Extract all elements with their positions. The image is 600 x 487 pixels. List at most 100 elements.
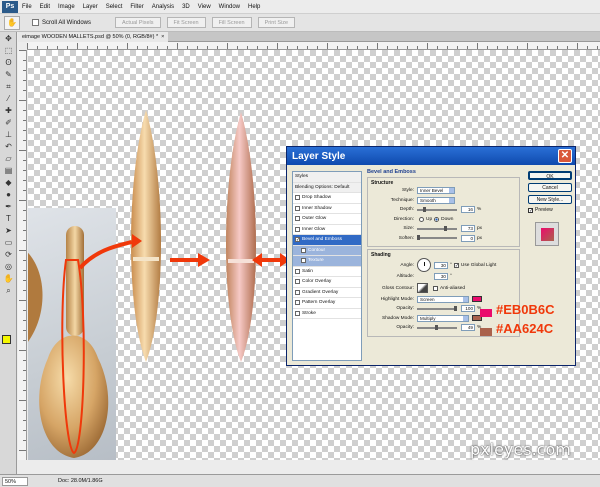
fit-screen-button[interactable]: Fit Screen <box>166 17 206 28</box>
depth-input[interactable]: 16 <box>461 206 475 214</box>
menu-filter[interactable]: Filter <box>126 4 147 10</box>
eraser-tool-icon[interactable]: ▱ <box>2 153 15 164</box>
clone-stamp-tool-icon[interactable]: ⊥ <box>2 129 15 140</box>
document-tab[interactable]: eimage WOODEN MALLETS.psd @ 50% (0, RGB/… <box>18 31 169 42</box>
vertical-ruler[interactable] <box>18 50 27 460</box>
effect-checkbox[interactable] <box>295 310 300 316</box>
3d-orbit-tool-icon[interactable]: ◎ <box>2 261 15 272</box>
depth-slider-thumb[interactable] <box>422 206 426 212</box>
highlight-opacity-thumb[interactable] <box>454 305 457 311</box>
style-effect-inner-shadow[interactable]: Inner Shadow <box>293 204 361 214</box>
style-effect-satin[interactable]: Satin <box>293 267 361 277</box>
cancel-button[interactable]: Cancel <box>528 183 572 192</box>
actual-pixels-button[interactable]: Actual Pixels <box>115 17 161 28</box>
highlight-opacity-input[interactable]: 100 <box>461 305 475 313</box>
altitude-input[interactable]: 30 <box>434 273 448 281</box>
size-slider-thumb[interactable] <box>444 225 447 231</box>
3d-rotate-tool-icon[interactable]: ⟳ <box>2 249 15 260</box>
menu-file[interactable]: File <box>18 4 36 10</box>
style-effect-texture[interactable]: Texture <box>293 256 361 267</box>
type-tool-icon[interactable]: T <box>2 213 15 224</box>
menu-edit[interactable]: Edit <box>36 4 54 10</box>
menu-window[interactable]: Window <box>215 4 244 10</box>
depth-slider[interactable] <box>417 206 457 212</box>
ok-button[interactable]: OK <box>528 171 572 180</box>
preview-checkbox[interactable]: ✓ <box>528 207 533 213</box>
angle-dial-icon[interactable] <box>417 258 431 272</box>
style-effect-pattern-overlay[interactable]: Pattern Overlay <box>293 298 361 309</box>
hand-tool-icon[interactable]: ✋ <box>4 15 20 30</box>
menu-analysis[interactable]: Analysis <box>148 4 178 10</box>
highlight-color-swatch[interactable] <box>472 296 482 303</box>
gradient-tool-icon[interactable]: ▤ <box>2 165 15 176</box>
technique-select[interactable]: Smooth <box>417 196 455 204</box>
effect-checkbox[interactable] <box>295 289 300 295</box>
global-light-checkbox[interactable]: ✓ <box>453 262 459 268</box>
dialog-titlebar[interactable]: Layer Style ✕ <box>287 147 575 165</box>
effect-checkbox[interactable] <box>295 300 300 306</box>
direction-up-radio[interactable] <box>419 216 424 222</box>
zoom-tool-icon[interactable]: ⌕ <box>2 285 15 296</box>
menu-image[interactable]: Image <box>54 4 79 10</box>
menu-help[interactable]: Help <box>244 4 264 10</box>
angle-input[interactable]: 30 <box>434 261 448 269</box>
zoom-field[interactable]: 50% <box>2 476 28 486</box>
style-effect-outer-glow[interactable]: Outer Glow <box>293 214 361 225</box>
blending-options-item[interactable]: Blending Options: Default <box>293 182 361 193</box>
menu-layer[interactable]: Layer <box>79 4 102 10</box>
lasso-tool-icon[interactable]: ʘ <box>2 57 15 68</box>
history-brush-tool-icon[interactable]: ↶ <box>2 141 15 152</box>
soften-input[interactable]: 0 <box>461 234 475 242</box>
foreground-color-swatch[interactable] <box>2 335 11 344</box>
style-effect-contour[interactable]: Contour <box>293 245 361 256</box>
menu-view[interactable]: View <box>194 4 215 10</box>
style-effect-color-overlay[interactable]: Color Overlay <box>293 277 361 288</box>
new-style-button[interactable]: New Style... <box>528 195 572 204</box>
effect-checkbox[interactable] <box>295 216 300 222</box>
highlight-opacity-slider[interactable] <box>417 305 457 311</box>
anti-aliased-checkbox[interactable] <box>433 285 438 291</box>
effect-checkbox[interactable] <box>295 205 300 211</box>
close-icon[interactable]: × <box>161 32 164 42</box>
menu-3d[interactable]: 3D <box>178 4 194 10</box>
scroll-all-windows-checkbox[interactable]: Scroll All Windows <box>32 19 91 26</box>
print-size-button[interactable]: Print Size <box>257 17 296 28</box>
effect-checkbox[interactable] <box>301 258 306 264</box>
shadow-opacity-slider[interactable] <box>417 324 457 330</box>
size-input[interactable]: 73 <box>461 225 475 233</box>
style-effect-drop-shadow[interactable]: Drop Shadow <box>293 193 361 204</box>
document-info[interactable]: Doc: 28.0M/1.86G <box>58 478 103 484</box>
effect-checkbox[interactable] <box>295 226 300 232</box>
shadow-opacity-thumb[interactable] <box>435 324 439 330</box>
style-effect-gradient-overlay[interactable]: Gradient Overlay <box>293 288 361 298</box>
style-effect-inner-glow[interactable]: Inner Glow <box>293 225 361 235</box>
effect-checkbox[interactable] <box>295 195 300 201</box>
shadow-opacity-input[interactable]: 49 <box>461 324 475 332</box>
menu-select[interactable]: Select <box>102 4 127 10</box>
move-tool-icon[interactable]: ✥ <box>2 33 15 44</box>
gloss-contour-picker[interactable] <box>417 283 428 293</box>
fill-screen-button[interactable]: Fill Screen <box>211 17 252 28</box>
effect-checkbox[interactable] <box>295 279 300 285</box>
checkbox-box[interactable] <box>32 19 39 26</box>
crop-tool-icon[interactable]: ⌗ <box>2 81 15 92</box>
blur-tool-icon[interactable]: ◆ <box>2 177 15 188</box>
effect-checkbox[interactable] <box>295 268 300 274</box>
effect-checkbox[interactable]: ✓ <box>295 237 300 243</box>
highlight-mode-select[interactable]: Screen <box>417 295 469 303</box>
style-effect-bevel-and-emboss[interactable]: ✓ Bevel and Emboss <box>293 235 361 246</box>
healing-brush-tool-icon[interactable]: ✚ <box>2 105 15 116</box>
pen-tool-icon[interactable]: ✒ <box>2 201 15 212</box>
shape-tool-icon[interactable]: ▭ <box>2 237 15 248</box>
quick-selection-tool-icon[interactable]: ✎ <box>2 69 15 80</box>
soften-slider-thumb[interactable] <box>417 235 420 241</box>
brush-tool-icon[interactable]: ✐ <box>2 117 15 128</box>
dodge-tool-icon[interactable]: ● <box>2 189 15 200</box>
direction-down-radio[interactable] <box>434 216 440 222</box>
path-selection-tool-icon[interactable]: ➤ <box>2 225 15 236</box>
eyedropper-tool-icon[interactable]: ⁄ <box>2 93 15 104</box>
size-slider[interactable] <box>417 225 457 231</box>
styles-header[interactable]: Styles <box>293 172 361 183</box>
soften-slider[interactable] <box>417 235 457 241</box>
close-icon[interactable]: ✕ <box>558 149 572 163</box>
